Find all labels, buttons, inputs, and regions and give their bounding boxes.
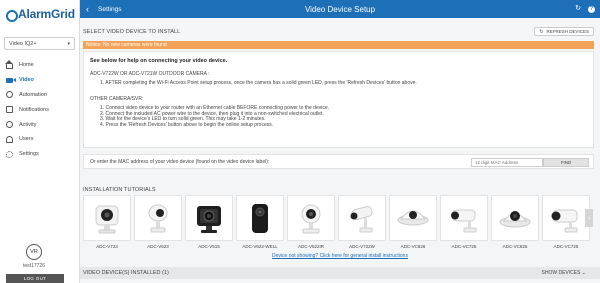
sidebar-item-label: Activity: [19, 121, 37, 128]
refresh-devices-button[interactable]: ↻ REFRESH DEVICES: [534, 27, 594, 36]
dome-camera-icon: [148, 204, 168, 233]
notice-banner: Notice: No new cameras were found: [83, 41, 594, 49]
indoor-camera-icon: [95, 205, 119, 234]
main-content: SELECT VIDEO DEVICE TO INSTALL ↻ REFRESH…: [80, 18, 600, 283]
section-title: SELECT VIDEO DEVICE TO INSTALL: [83, 29, 181, 35]
settings-icon: [6, 150, 13, 158]
help-card: See below for help on connecting your vi…: [83, 51, 594, 148]
general-install-instructions-link[interactable]: Device not showing? Click here for gener…: [80, 253, 600, 259]
logout-button[interactable]: LOG OUT: [6, 274, 64, 283]
sidebar-item-activity[interactable]: Activity: [0, 117, 79, 132]
tutorial-tile-adc-v522ir[interactable]: [287, 195, 335, 241]
sidebar-item-label: Notifications: [19, 106, 49, 113]
dome-camera-icon: [397, 210, 429, 226]
tutorial-label: ADC-VC725: [553, 244, 579, 249]
sidebar-item-video[interactable]: Video: [0, 73, 79, 88]
sidebar-item-notifications[interactable]: Notifications: [0, 102, 79, 117]
tutorial-label: ADC-V722W: [349, 244, 375, 249]
tutorials-carousel: ADC-V723 ADC-V523 ADC-V515 ADC-V622-WELL…: [80, 195, 600, 257]
sidebar-item-automation[interactable]: Automation: [0, 88, 79, 103]
username: test17726: [23, 263, 45, 269]
tutorial-label: ADC-V622-WELL: [242, 244, 278, 249]
bullet-camera-icon: [451, 209, 477, 233]
tutorial-tile-adc-v523[interactable]: [134, 195, 182, 241]
home-icon: [5, 59, 13, 69]
breadcrumb-settings[interactable]: Settings: [98, 6, 122, 13]
sidebar-item-label: Settings: [19, 151, 39, 158]
notifications-icon: [6, 106, 13, 114]
dome-camera-icon: [499, 211, 531, 228]
tutorial-label: ADC-VC826: [400, 244, 426, 249]
help-heading: See below for help on connecting your vi…: [90, 58, 228, 64]
alarmgrid-logo[interactable]: AlarmGrid: [0, 3, 79, 25]
tutorial-label: ADC-V515: [198, 244, 220, 249]
tutorial-tile-adc-vc725[interactable]: [542, 195, 590, 241]
tutorial-tile-adc-vc825[interactable]: [491, 195, 539, 241]
show-devices-toggle[interactable]: SHOW DEVICES ⌄: [542, 270, 586, 276]
tutorial-tile-adc-v515[interactable]: [185, 195, 233, 241]
sidebar-item-settings[interactable]: Settings: [0, 147, 79, 162]
mac-address-input[interactable]: [471, 158, 543, 167]
installed-devices-title: VIDEO DEVICE(S) INSTALLED (1): [83, 270, 169, 276]
refresh-icon: ↻: [539, 28, 544, 35]
help-icon[interactable]: ?: [588, 5, 595, 13]
outdoor-step: 1. AFTER completing the Wi-Fi Access Poi…: [100, 80, 417, 86]
activity-icon: [6, 121, 13, 129]
tutorial-label: ADC-V522IR: [297, 244, 324, 249]
installed-devices-bar[interactable]: VIDEO DEVICE(S) INSTALLED (1) SHOW DEVIC…: [80, 267, 600, 279]
tutorial-tile-adc-v722w[interactable]: [338, 195, 386, 241]
tutorial-label: ADC-VC825: [502, 244, 528, 249]
chevron-down-icon: ▾: [67, 40, 70, 47]
refresh-devices-label: REFRESH DEVICES: [546, 29, 589, 34]
refresh-icon[interactable]: ↻: [574, 5, 582, 13]
sidebar-item-label: Automation: [19, 91, 47, 98]
indoor-camera-icon: [301, 204, 321, 234]
sidebar: AlarmGrid Video IQ2+ ▾ Home Video Automa…: [0, 0, 80, 283]
video-camera-icon: [6, 77, 16, 83]
other-step: 4. Press the 'Refresh Devices' button ab…: [100, 122, 274, 129]
carousel-next-arrow-icon[interactable]: ›: [585, 209, 593, 227]
tutorial-tile-adc-v622-well[interactable]: [236, 195, 284, 241]
panel-select[interactable]: Video IQ2+ ▾: [4, 37, 75, 50]
mac-address-card: Or enter the MAC address of your video d…: [83, 154, 594, 169]
panel-select-value: Video IQ2+: [9, 40, 37, 47]
cylinder-camera-icon: [252, 204, 268, 233]
other-camera-title: OTHER CAMERA/SVR:: [90, 95, 144, 102]
tutorials-title: INSTALLATION TUTORIALS: [83, 187, 156, 193]
alarmgrid-logo-icon: [5, 9, 18, 22]
bullet-camera-icon: [551, 209, 578, 233]
logo-text: AlarmGrid: [18, 7, 75, 21]
find-button[interactable]: FIND: [543, 158, 589, 167]
automation-icon: [6, 91, 13, 99]
outdoor-camera-title: ADC-V722W OR ADC-V721W OUTDOOR CAMERA :: [90, 71, 210, 77]
tutorial-tile-adc-v723[interactable]: [83, 195, 131, 241]
sidebar-item-label: Home: [19, 62, 34, 69]
sidebar-item-label: Video: [19, 77, 34, 84]
tutorial-tile-adc-vc826[interactable]: [389, 195, 437, 241]
users-icon: [6, 135, 13, 143]
top-header: ‹ Settings Video Device Setup ↻ ?: [80, 0, 600, 18]
back-arrow-icon[interactable]: ‹: [86, 4, 94, 14]
tutorial-label: ADC-V523: [147, 244, 169, 249]
sidebar-item-users[interactable]: Users: [0, 132, 79, 147]
avatar[interactable]: VR: [26, 244, 42, 260]
indoor-camera-icon: [197, 206, 221, 233]
outdoor-camera-icon: [350, 205, 373, 233]
tutorial-tile-adc-vc726[interactable]: [440, 195, 488, 241]
sidebar-item-home[interactable]: Home: [0, 58, 79, 73]
sidebar-item-label: Users: [19, 136, 34, 143]
page-title: Video Device Setup: [304, 4, 376, 14]
tutorial-label: ADC-V723: [96, 244, 118, 249]
mac-prompt: Or enter the MAC address of your video d…: [90, 158, 270, 165]
tutorial-label: ADC-VC726: [451, 244, 477, 249]
